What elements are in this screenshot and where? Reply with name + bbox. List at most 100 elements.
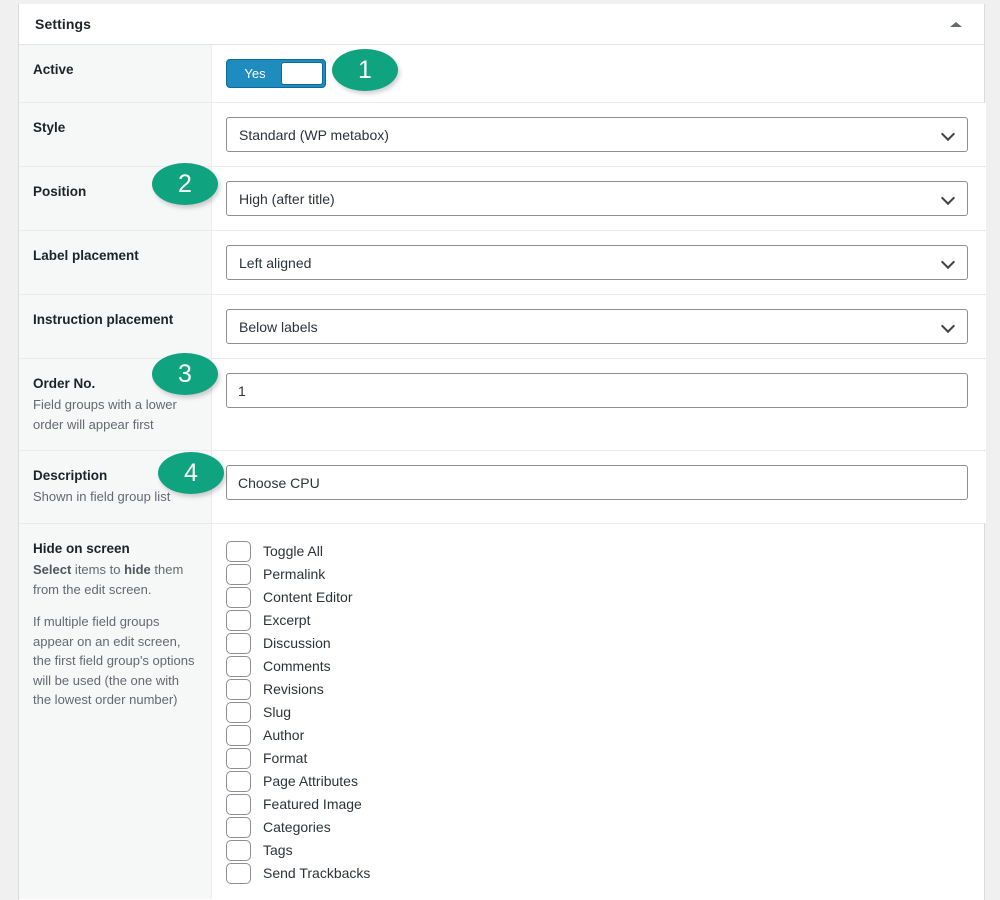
style-select[interactable]: Standard (WP metabox) <box>226 117 968 152</box>
checkbox-icon[interactable] <box>226 725 251 746</box>
instruction-placement-select-value: Below labels <box>239 320 318 334</box>
checkbox-item[interactable]: Excerpt <box>226 609 370 632</box>
row-instruction-placement: Instruction placement Below labels <box>19 295 984 359</box>
checkbox-item[interactable]: Send Trackbacks <box>226 862 370 885</box>
label-style: Style <box>33 119 197 137</box>
checkbox-icon[interactable] <box>226 656 251 677</box>
checkbox-label: Permalink <box>263 567 325 581</box>
instruction-placement-select[interactable]: Below labels <box>226 309 968 344</box>
active-toggle-knob <box>281 62 323 85</box>
checkbox-label: Slug <box>263 705 291 719</box>
active-toggle-label: Yes <box>229 67 281 80</box>
row-label-label-placement: Label placement <box>19 231 212 294</box>
checkbox-item[interactable]: Toggle All <box>226 540 370 563</box>
chevron-down-icon <box>942 192 955 205</box>
desc-bold-hide: hide <box>124 562 151 577</box>
checkbox-item[interactable]: Author <box>226 724 370 747</box>
position-select[interactable]: High (after title) <box>226 181 968 216</box>
settings-panel: Settings Active Yes Style <box>18 4 985 900</box>
row-field-position: High (after title) <box>212 167 986 230</box>
row-label-active: Active <box>19 45 212 102</box>
row-hide-on-screen: Hide on screen Select items to hide them… <box>19 524 984 899</box>
checkbox-label: Content Editor <box>263 590 353 604</box>
checkbox-label: Toggle All <box>263 544 323 558</box>
desc-spacer <box>33 599 197 612</box>
chevron-down-icon <box>942 128 955 141</box>
label-hide-on-screen: Hide on screen <box>33 540 197 558</box>
row-field-hide-on-screen: Toggle All Permalink Content Editor Excerpt… <box>212 524 984 899</box>
label-instruction-placement: Instruction placement <box>33 311 197 329</box>
checkbox-label: Format <box>263 751 307 765</box>
checkbox-label: Comments <box>263 659 331 673</box>
checkbox-icon[interactable] <box>226 840 251 861</box>
checkbox-label: Featured Image <box>263 797 362 811</box>
label-label-placement: Label placement <box>33 247 197 265</box>
chevron-down-icon <box>942 256 955 269</box>
checkbox-icon[interactable] <box>226 771 251 792</box>
label-placement-select[interactable]: Left aligned <box>226 245 968 280</box>
row-field-style: Standard (WP metabox) <box>212 103 986 166</box>
checkbox-label: Categories <box>263 820 331 834</box>
checkbox-label: Discussion <box>263 636 331 650</box>
checkbox-label: Excerpt <box>263 613 310 627</box>
checkbox-item[interactable]: Tags <box>226 839 370 862</box>
checkbox-icon[interactable] <box>226 817 251 838</box>
desc-mid: items to <box>71 562 124 577</box>
checkbox-label: Revisions <box>263 682 324 696</box>
checkbox-label: Author <box>263 728 304 742</box>
style-select-value: Standard (WP metabox) <box>239 128 389 142</box>
checkbox-item[interactable]: Permalink <box>226 563 370 586</box>
row-field-active: Yes <box>212 45 984 102</box>
row-label-style: Style <box>19 103 212 166</box>
checkbox-label: Tags <box>263 843 293 857</box>
checkbox-item[interactable]: Categories <box>226 816 370 839</box>
row-field-order-no <box>212 359 986 450</box>
row-style: Style Standard (WP metabox) <box>19 103 984 167</box>
row-label-placement: Label placement Left aligned <box>19 231 984 295</box>
checkbox-item[interactable]: Slug <box>226 701 370 724</box>
row-label-hide-on-screen: Hide on screen Select items to hide them… <box>19 524 212 899</box>
checkbox-icon[interactable] <box>226 702 251 723</box>
label-desc-order-no: Field groups with a lower order will app… <box>33 395 197 434</box>
row-field-label-placement: Left aligned <box>212 231 986 294</box>
row-field-description <box>212 451 986 523</box>
active-toggle-switch[interactable]: Yes <box>226 59 326 88</box>
checkbox-icon[interactable] <box>226 794 251 815</box>
label-placement-select-value: Left aligned <box>239 256 311 270</box>
checkbox-item[interactable]: Format <box>226 747 370 770</box>
collapse-toggle-button[interactable] <box>946 14 966 34</box>
page-background: Settings Active Yes Style <box>0 0 1000 900</box>
row-field-instruction-placement: Below labels <box>212 295 986 358</box>
panel-header: Settings <box>19 4 984 45</box>
desc-paragraph-2: If multiple field groups appear on an ed… <box>33 614 194 707</box>
checkbox-item[interactable]: Content Editor <box>226 586 370 609</box>
checkbox-icon[interactable] <box>226 863 251 884</box>
checkbox-icon[interactable] <box>226 679 251 700</box>
position-select-value: High (after title) <box>239 192 335 206</box>
caret-up-icon <box>950 22 962 27</box>
checkbox-item[interactable]: Featured Image <box>226 793 370 816</box>
checkbox-icon[interactable] <box>226 633 251 654</box>
checkbox-icon[interactable] <box>226 541 251 562</box>
order-no-input[interactable] <box>226 373 968 408</box>
callout-badge-2: 2 <box>152 163 218 205</box>
callout-badge-1: 1 <box>332 49 398 91</box>
checkbox-item[interactable]: Revisions <box>226 678 370 701</box>
checkbox-icon[interactable] <box>226 748 251 769</box>
checkbox-item[interactable]: Page Attributes <box>226 770 370 793</box>
checkbox-icon[interactable] <box>226 610 251 631</box>
checkbox-item[interactable]: Discussion <box>226 632 370 655</box>
row-label-instruction-placement: Instruction placement <box>19 295 212 358</box>
description-input[interactable] <box>226 465 968 500</box>
checkbox-icon[interactable] <box>226 587 251 608</box>
page-title: Settings <box>35 16 91 32</box>
callout-badge-3: 3 <box>152 353 218 395</box>
checkbox-item[interactable]: Comments <box>226 655 370 678</box>
desc-bold-select: Select <box>33 562 71 577</box>
row-active: Active Yes <box>19 45 984 103</box>
checkbox-icon[interactable] <box>226 564 251 585</box>
checkbox-label: Send Trackbacks <box>263 866 370 880</box>
chevron-down-icon <box>942 320 955 333</box>
label-desc-hide-on-screen: Select items to hide them from the edit … <box>33 560 197 710</box>
checkbox-label: Page Attributes <box>263 774 358 788</box>
